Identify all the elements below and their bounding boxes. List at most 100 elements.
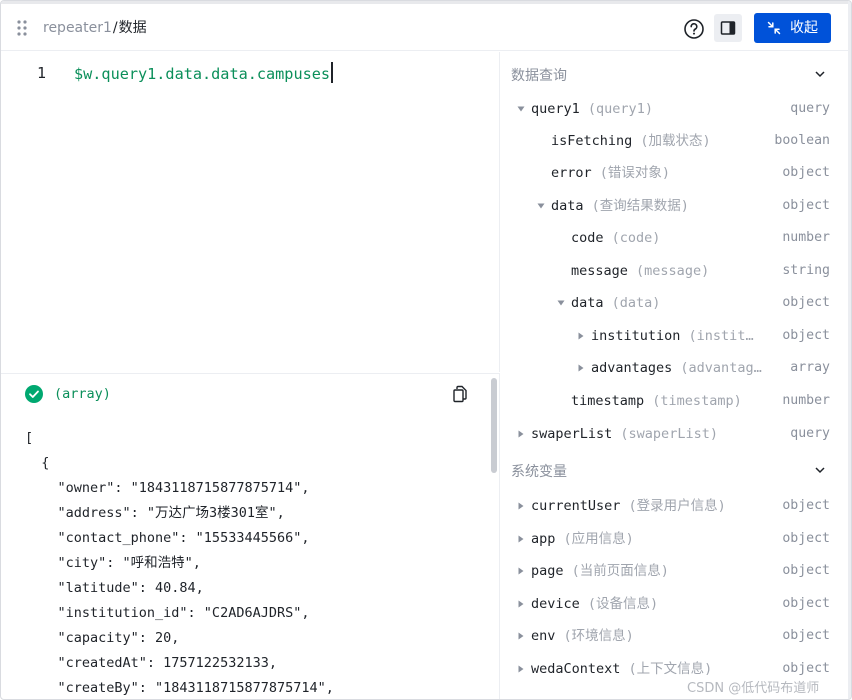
tree-item-label: env (环境信息) [531, 628, 634, 644]
tree-item-label: device (设备信息) [531, 596, 659, 612]
tree-item-type: boolean [774, 133, 830, 148]
chevron-down-icon[interactable] [814, 464, 826, 476]
top-strip [1, 1, 851, 4]
tree-item-label: code (code) [571, 230, 661, 246]
json-line: "createdAt": 1757122532133, [25, 655, 277, 671]
tree-item-page[interactable]: page (当前页面信息) object [501, 555, 850, 587]
result-json: [ { "owner": "1843118715877875714", "add… [25, 426, 334, 699]
tree-item-type: object [782, 198, 830, 213]
collapse-button[interactable]: 收起 [754, 13, 831, 43]
caret-right-icon[interactable] [517, 567, 525, 575]
tree-item-label: advantages (advantag… [591, 360, 762, 376]
section-system-vars[interactable]: 系统变量 [501, 454, 850, 486]
tree-item-institution[interactable]: institution (instit… object [501, 320, 850, 352]
tree-item-type: object [782, 563, 830, 578]
json-line: "institution_id": "C2AD6AJDRS", [25, 605, 310, 621]
tree-item-timestamp[interactable]: timestamp (timestamp) number [501, 385, 850, 417]
tree-item-type: object [782, 531, 830, 546]
caret-down-icon[interactable] [537, 202, 545, 210]
result-type-label: (array) [54, 386, 111, 402]
breadcrumb-separator: / [112, 20, 118, 36]
caret-right-icon[interactable] [517, 600, 525, 608]
tree-item-label: message (message) [571, 263, 710, 279]
json-line: "createBy": "1843118715877875714", [25, 680, 334, 696]
tree-item-query1[interactable]: query1 (query1) query [501, 93, 850, 125]
expression-code[interactable]: $w.query1.data.data.campuses [74, 62, 333, 84]
json-line: "contact_phone": "15533445566", [25, 530, 310, 546]
json-line: "capacity": 20, [25, 630, 180, 646]
variables-tree: 数据查询 query1 (query1) query isFetching (加… [501, 52, 850, 699]
watermark: CSDN @低代码布道师 [687, 681, 820, 696]
caret-right-icon[interactable] [577, 364, 585, 372]
caret-down-icon[interactable] [517, 105, 525, 113]
chevron-down-icon[interactable] [814, 68, 826, 80]
caret-right-icon[interactable] [517, 430, 525, 438]
tree-item-label: institution (instit… [591, 328, 754, 344]
tree-item-advantages[interactable]: advantages (advantag… array [501, 352, 850, 384]
json-line: [ [25, 430, 34, 446]
tree-item-label: wedaContext (上下文信息) [531, 661, 713, 677]
tree-item-label: timestamp (timestamp) [571, 393, 742, 409]
section-title: 数据查询 [511, 68, 567, 84]
tree-item-type: object [782, 328, 830, 343]
json-line: "city": "呼和浩特", [25, 555, 201, 571]
json-line: "latitude": 40.84, [25, 580, 204, 596]
toggle-sidebar-button[interactable] [714, 14, 742, 42]
tree-item-data[interactable]: data (查询结果数据) object [501, 190, 850, 222]
expression-text: $w.query1.data.data.campuses [74, 65, 331, 83]
tree-item-type: number [782, 230, 830, 245]
json-line: { [25, 455, 50, 471]
copy-icon[interactable] [451, 385, 469, 403]
tree-item-type: number [782, 393, 830, 408]
tree-item-label: currentUser (登录用户信息) [531, 498, 726, 514]
result-scrollbar[interactable] [491, 378, 497, 473]
expression-editor[interactable]: 1 $w.query1.data.data.campuses [1, 52, 500, 372]
caret-right-icon[interactable] [517, 665, 525, 673]
tree-item-message[interactable]: message (message) string [501, 255, 850, 287]
tree-item-type: object [782, 295, 830, 310]
caret-down-icon[interactable] [557, 299, 565, 307]
tree-item-type: object [782, 661, 830, 676]
line-number: 1 [37, 64, 47, 82]
tree-item-type: object [782, 165, 830, 180]
tree-item-error[interactable]: error (错误对象) object [501, 157, 850, 189]
tree-item-env[interactable]: env (环境信息) object [501, 620, 850, 652]
help-icon[interactable] [683, 18, 705, 40]
panel-header: repeater1/数据 收起 [1, 5, 851, 51]
tree-item-device[interactable]: device (设备信息) object [501, 588, 850, 620]
caret-right-icon[interactable] [517, 535, 525, 543]
tree-item-swaperList[interactable]: swaperList (swaperList) query [501, 418, 850, 450]
tree-item-data-inner[interactable]: data (data) object [501, 287, 850, 319]
json-line: "owner": "1843118715877875714", [25, 480, 310, 496]
breadcrumb: repeater1/数据 [43, 18, 147, 38]
tree-item-code[interactable]: code (code) number [501, 222, 850, 254]
tree-item-label: page (当前页面信息) [531, 563, 669, 579]
collapse-label: 收起 [790, 20, 818, 36]
result-header: (array) [1, 374, 499, 414]
caret-right-icon[interactable] [517, 632, 525, 640]
tree-item-label: data (查询结果数据) [551, 198, 689, 214]
section-title: 系统变量 [511, 464, 567, 480]
tree-item-label: query1 (query1) [531, 101, 653, 117]
text-caret [331, 62, 333, 83]
check-circle-icon [25, 385, 43, 403]
data-binding-panel: repeater1/数据 收起 1 $w.query1.data.data.ca… [0, 0, 852, 700]
caret-right-icon[interactable] [577, 332, 585, 340]
result-preview: (array) [ { "owner": "184311871587787571… [1, 373, 500, 699]
json-line: "address": "万达广场3楼301室", [25, 505, 285, 521]
tree-item-app[interactable]: app (应用信息) object [501, 523, 850, 555]
tree-item-type: object [782, 498, 830, 513]
caret-right-icon[interactable] [517, 502, 525, 510]
tree-item-type: array [790, 360, 830, 375]
tree-item-label: isFetching (加载状态) [551, 133, 711, 149]
tree-item-isFetching[interactable]: isFetching (加载状态) boolean [501, 125, 850, 157]
collapse-arrows-icon [767, 21, 781, 35]
drag-handle-icon[interactable] [15, 19, 29, 37]
section-data-query[interactable]: 数据查询 [501, 58, 850, 90]
tree-item-type: query [790, 101, 830, 116]
tree-item-type: string [782, 263, 830, 278]
tree-item-currentUser[interactable]: currentUser (登录用户信息) object [501, 490, 850, 522]
breadcrumb-parent[interactable]: repeater1 [43, 20, 112, 36]
sidebar-panel-icon [720, 21, 736, 35]
tree-item-type: object [782, 628, 830, 643]
